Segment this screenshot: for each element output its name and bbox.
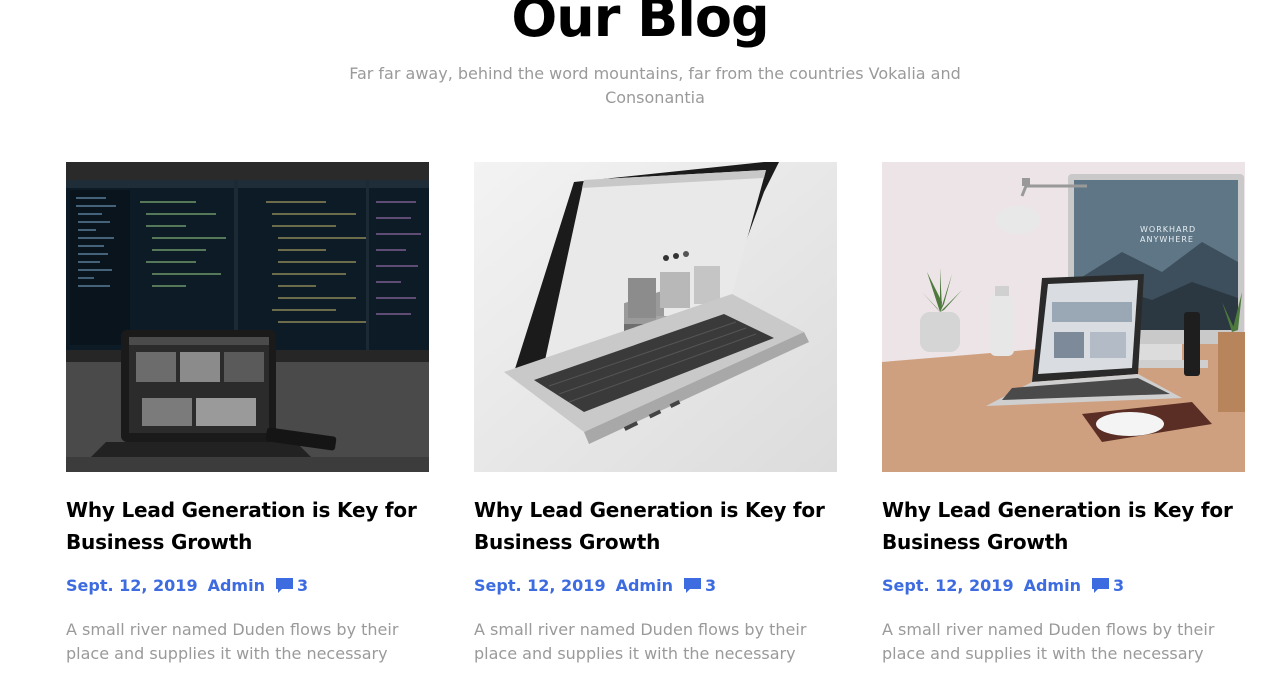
post-excerpt: A small river named Duden flows by their…: [474, 620, 807, 663]
blog-thumbnail-link[interactable]: [66, 162, 429, 472]
post-author-link[interactable]: Admin: [1024, 576, 1081, 595]
post-comments-link[interactable]: 3: [683, 576, 716, 595]
blog-thumbnail-link[interactable]: WORKHARD ANYWHERE: [882, 162, 1245, 472]
post-comments-link[interactable]: 3: [1091, 576, 1124, 595]
post-date-link[interactable]: Sept. 12, 2019: [882, 576, 1014, 595]
post-comments-link[interactable]: 3: [275, 576, 308, 595]
post-meta: Sept. 12, 2019 Admin 3: [882, 574, 1245, 596]
section-subtitle: Far far away, behind the word mountains,…: [349, 64, 961, 107]
post-date-link[interactable]: Sept. 12, 2019: [66, 576, 198, 595]
blog-card: Why Lead Generation is Key for Business …: [66, 162, 429, 666]
dual-monitor-coding-photo: [66, 162, 429, 472]
post-date-link[interactable]: Sept. 12, 2019: [474, 576, 606, 595]
comment-icon: [683, 577, 701, 593]
screen-text-anywhere: ANYWHERE: [1140, 235, 1194, 244]
post-meta: Sept. 12, 2019 Admin 3: [66, 574, 429, 596]
post-author-link[interactable]: Admin: [208, 576, 265, 595]
post-excerpt: A small river named Duden flows by their…: [882, 620, 1215, 663]
laptop-on-desk-photo: [474, 162, 837, 472]
post-meta: Sept. 12, 2019 Admin 3: [474, 574, 837, 596]
post-excerpt: A small river named Duden flows by their…: [66, 620, 399, 663]
comment-icon: [1091, 577, 1109, 593]
post-comment-count: 3: [704, 575, 717, 595]
comment-icon: [275, 577, 293, 593]
blog-card: WORKHARD ANYWHERE Why Lead Generation is…: [882, 162, 1245, 666]
post-author-link[interactable]: Admin: [616, 576, 673, 595]
post-comment-count: 3: [296, 575, 309, 595]
section-title: Our Blog: [511, 0, 769, 49]
post-title[interactable]: Why Lead Generation is Key for Business …: [882, 494, 1245, 558]
blog-thumbnail-link[interactable]: [474, 162, 837, 472]
post-title[interactable]: Why Lead Generation is Key for Business …: [66, 494, 429, 558]
post-comment-count: 3: [1112, 575, 1125, 595]
post-title[interactable]: Why Lead Generation is Key for Business …: [474, 494, 837, 558]
screen-text-workhard: WORKHARD: [1140, 225, 1196, 234]
workspace-desk-photo: WORKHARD ANYWHERE: [882, 162, 1245, 472]
blog-card: Why Lead Generation is Key for Business …: [474, 162, 837, 666]
